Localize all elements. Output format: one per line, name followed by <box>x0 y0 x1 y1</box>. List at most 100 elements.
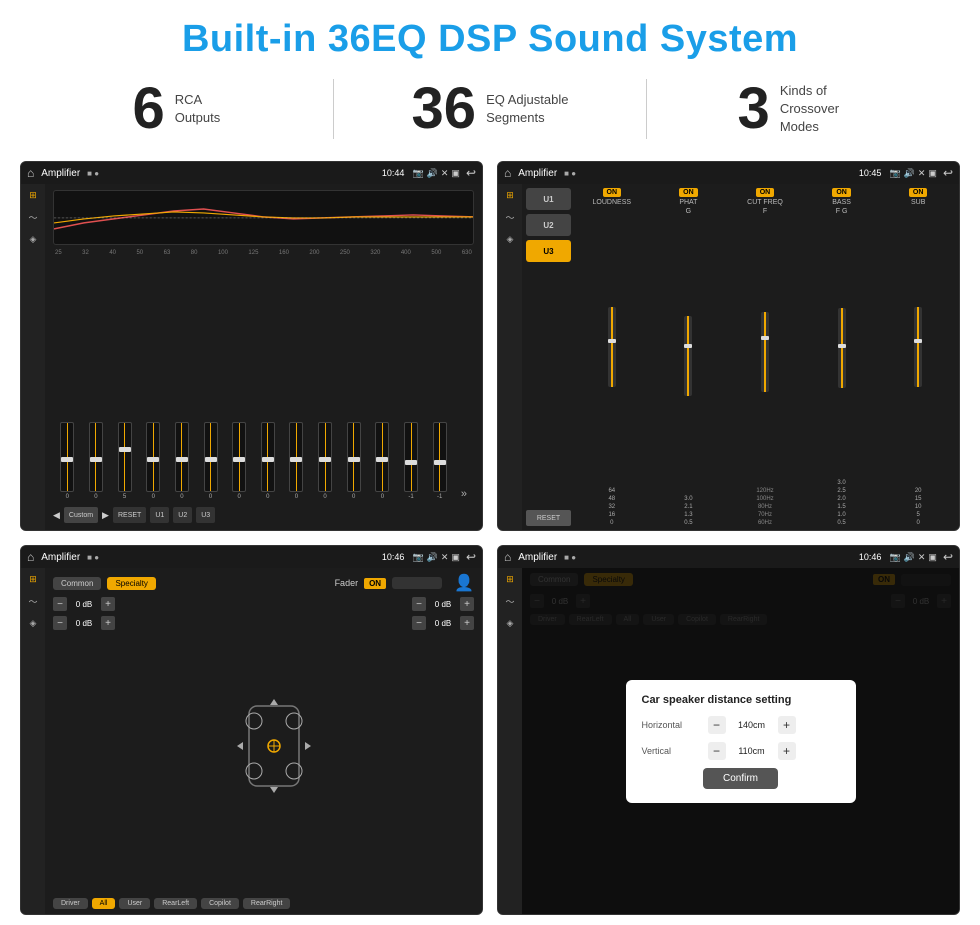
fader-middle: − 0 dB + − 0 dB + <box>53 597 474 894</box>
specialty-tab[interactable]: Specialty <box>107 577 155 590</box>
rear-left-btn[interactable]: RearLeft <box>154 898 197 909</box>
camera-icon-2: 📷 <box>889 168 900 179</box>
app-title-2: Amplifier <box>518 168 557 179</box>
wave-icon-4[interactable]: 〜 <box>505 595 514 608</box>
stats-row: 6 RCAOutputs 36 EQ AdjustableSegments 3 … <box>20 79 960 139</box>
u2-btn[interactable]: U2 <box>526 214 571 236</box>
eq-slider-col-14: -1 <box>425 422 454 500</box>
driver-btn[interactable]: Driver <box>53 898 88 909</box>
eq-prev-btn[interactable]: ◀ <box>53 510 60 521</box>
page-container: Built-in 36EQ DSP Sound System 6 RCAOutp… <box>0 0 980 925</box>
copilot-btn[interactable]: Copilot <box>201 898 239 909</box>
crossover-reset-btn[interactable]: RESET <box>526 510 571 526</box>
eq-slider-col-12: 0 <box>368 422 397 500</box>
eq-next-btn[interactable]: ▶ <box>102 510 109 521</box>
vol-plus-3[interactable]: + <box>460 597 474 611</box>
fader-on-toggle[interactable]: ON <box>364 578 386 589</box>
fader-slider[interactable] <box>392 577 442 589</box>
crossover-columns: ON LOUDNESS 64 48 32 16 0 <box>575 188 955 526</box>
back-icon-4: ↩ <box>943 550 953 564</box>
dots-1: ■ ● <box>87 169 99 178</box>
crossover-main: U1 U2 U3 RESET ON LOUDNESS <box>522 184 959 530</box>
fader-right-col: − 0 dB + − 0 dB + <box>394 597 474 894</box>
screen-icon-2: ▣ <box>928 168 937 179</box>
stat-crossover: 3 Kinds ofCrossover Modes <box>647 80 960 138</box>
crossover-u-buttons: U1 U2 U3 RESET <box>526 188 571 526</box>
app-title-4: Amplifier <box>518 552 557 563</box>
user-btn[interactable]: User <box>119 898 150 909</box>
vol-row-2: − 0 dB + <box>53 616 153 630</box>
eq-freq-labels: 25 32 40 50 63 80 100 125 160 200 250 32… <box>53 249 474 257</box>
rear-right-btn[interactable]: RearRight <box>243 898 291 909</box>
u3-btn[interactable]: U3 <box>526 240 571 262</box>
speaker-icon-4[interactable]: ◈ <box>507 618 514 629</box>
vol-minus-1[interactable]: − <box>53 597 67 611</box>
back-icon-1: ↩ <box>466 166 476 180</box>
eq-icon-4[interactable]: ⊞ <box>506 574 514 585</box>
eq-slider-col-5: 0 <box>168 422 197 500</box>
wave-icon-1[interactable]: 〜 <box>28 211 37 224</box>
eq-u2-btn[interactable]: U2 <box>173 507 192 523</box>
vol-minus-4[interactable]: − <box>412 616 426 630</box>
eq-main-area: 25 32 40 50 63 80 100 125 160 200 250 32… <box>45 184 482 530</box>
home-icon-1: ⌂ <box>27 166 34 180</box>
speaker-icon-3[interactable]: ◈ <box>30 618 37 629</box>
camera-icon-4: 📷 <box>889 552 900 563</box>
status-icons-2: 📷 🔊 ✕ ▣ <box>889 168 937 179</box>
eq-u3-btn[interactable]: U3 <box>196 507 215 523</box>
status-bar-3: ⌂ Amplifier ■ ● 10:46 📷 🔊 ✕ ▣ ↩ <box>21 546 482 568</box>
horizontal-minus[interactable]: − <box>708 716 726 734</box>
side-icons-2: ⊞ 〜 ◈ <box>498 184 522 530</box>
status-bar-4: ⌂ Amplifier ■ ● 10:46 📷 🔊 ✕ ▣ ↩ <box>498 546 959 568</box>
home-icon-3: ⌂ <box>27 550 34 564</box>
confirm-button[interactable]: Confirm <box>703 768 778 789</box>
dialog-overlay: Car speaker distance setting Horizontal … <box>522 568 959 914</box>
crossover-cutfreq: ON CUT FREQ F 120Hz 100Hz 80Hz 70Hz 60Hz <box>728 188 802 526</box>
screen-content-1: ⊞ 〜 ◈ 25 32 <box>21 184 482 530</box>
wave-icon-3[interactable]: 〜 <box>28 595 37 608</box>
eq-sliders: 0 0 5 0 0 0 0 0 0 0 0 0 -1 -1 » <box>53 261 474 502</box>
side-icons-1: ⊞ 〜 ◈ <box>21 184 45 530</box>
screenshot-crossover: ⌂ Amplifier ■ ● 10:45 📷 🔊 ✕ ▣ ↩ ⊞ 〜 ◈ <box>497 161 960 531</box>
vol-minus-3[interactable]: − <box>412 597 426 611</box>
eq-icon-1[interactable]: ⊞ <box>29 190 37 201</box>
app-title-3: Amplifier <box>41 552 80 563</box>
eq-icon-2[interactable]: ⊞ <box>506 190 514 201</box>
eq-u1-btn[interactable]: U1 <box>150 507 169 523</box>
vertical-plus[interactable]: + <box>778 742 796 760</box>
vol-minus-2[interactable]: − <box>53 616 67 630</box>
dots-3: ■ ● <box>87 553 99 562</box>
fader-bottom-bar: Driver All User RearLeft Copilot RearRig… <box>53 898 474 909</box>
eq-custom-btn[interactable]: Custom <box>64 507 98 523</box>
vol-plus-4[interactable]: + <box>460 616 474 630</box>
eq-icon-3[interactable]: ⊞ <box>29 574 37 585</box>
volume-icon-2: 🔊 <box>904 168 915 179</box>
u1-btn[interactable]: U1 <box>526 188 571 210</box>
wave-icon-2[interactable]: 〜 <box>505 211 514 224</box>
speaker-icon-2[interactable]: ◈ <box>507 234 514 245</box>
stat-rca-label: RCAOutputs <box>175 91 221 127</box>
profile-icon: 👤 <box>454 573 474 593</box>
speaker-icon-1[interactable]: ◈ <box>30 234 37 245</box>
stat-eq-number: 36 <box>412 80 477 138</box>
vol-val-2: 0 dB <box>70 619 98 628</box>
crossover-loudness: ON LOUDNESS 64 48 32 16 0 <box>575 188 649 526</box>
camera-icon-3: 📷 <box>412 552 423 563</box>
common-tab[interactable]: Common <box>53 577 101 590</box>
stat-eq: 36 EQ AdjustableSegments <box>334 80 647 138</box>
vol-plus-1[interactable]: + <box>101 597 115 611</box>
eq-reset-btn[interactable]: RESET <box>113 507 146 523</box>
vol-val-3: 0 dB <box>429 600 457 609</box>
status-icons-1: 📷 🔊 ✕ ▣ <box>412 168 460 179</box>
dots-2: ■ ● <box>564 169 576 178</box>
vertical-minus[interactable]: − <box>708 742 726 760</box>
crossover-phat: ON PHAT G 3.0 2.1 1.3 0.5 <box>652 188 726 526</box>
dialog-main: Common Specialty ON − 0 dB + − 0 <box>522 568 959 914</box>
vol-row-4: − 0 dB + <box>412 616 474 630</box>
fader-main: Common Specialty Fader ON 👤 − 0 dB + <box>45 568 482 914</box>
horizontal-plus[interactable]: + <box>778 716 796 734</box>
screenshot-fader: ⌂ Amplifier ■ ● 10:46 📷 🔊 ✕ ▣ ↩ ⊞ 〜 ◈ <box>20 545 483 915</box>
side-icons-4: ⊞ 〜 ◈ <box>498 568 522 914</box>
all-btn[interactable]: All <box>92 898 116 909</box>
vol-plus-2[interactable]: + <box>101 616 115 630</box>
